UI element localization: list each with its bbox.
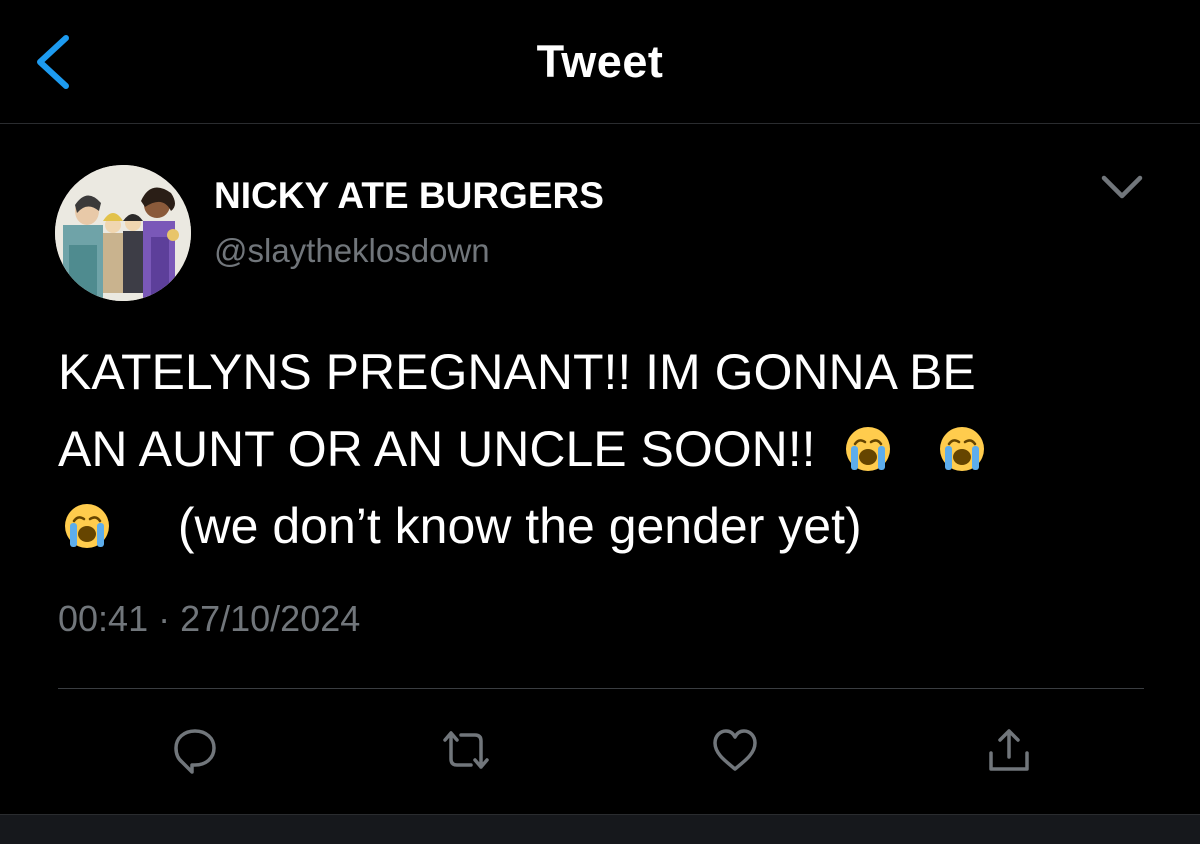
meta-separator: ·	[158, 598, 171, 639]
share-button[interactable]	[984, 725, 1034, 775]
tweet-date: 27/10/2024	[180, 598, 361, 639]
profile-avatar-illustration	[55, 165, 191, 301]
heart-icon	[713, 729, 757, 771]
loudly-crying-face-icon	[65, 504, 109, 548]
page-title: Tweet	[536, 36, 664, 87]
divider	[58, 688, 1144, 689]
reply-icon	[174, 729, 216, 774]
retweet-icon	[443, 731, 489, 769]
loudly-crying-face-icon	[940, 427, 985, 471]
author-display-name[interactable]: NICKY ATE BURGERS	[214, 175, 604, 217]
retweet-button[interactable]	[441, 725, 491, 775]
tweet-text-line-3: (we don’t know the gender yet)	[177, 498, 862, 554]
avatar[interactable]	[55, 165, 191, 301]
tweet-text-line-2: AN AUNT OR AN UNCLE SOON!!	[58, 421, 816, 477]
author-handle[interactable]: @slaytheklosdown	[214, 232, 490, 270]
tweet-menu-button[interactable]	[1098, 168, 1146, 208]
share-icon	[989, 729, 1029, 771]
like-button[interactable]	[710, 725, 760, 775]
tweet-line: (we don’t know the gender yet)	[58, 488, 1158, 565]
chevron-down-icon	[1101, 175, 1143, 199]
top-nav-bar: Tweet	[0, 0, 1200, 124]
bottom-bar	[0, 814, 1200, 844]
loudly-crying-face-icon	[846, 427, 891, 471]
tweet-timestamp: 00:41 · 27/10/2024	[58, 598, 360, 640]
tweet-text-line-1: KATELYNS PREGNANT!! IM GONNA BE	[58, 344, 976, 400]
tweet-line: KATELYNS PREGNANT!! IM GONNA BE	[58, 334, 1158, 411]
tweet-line: AN AUNT OR AN UNCLE SOON!!	[58, 411, 1158, 488]
reply-button[interactable]	[170, 725, 220, 775]
tweet-body: KATELYNS PREGNANT!! IM GONNA BE AN AUNT …	[58, 334, 1158, 565]
tweet-time: 00:41	[58, 598, 149, 639]
